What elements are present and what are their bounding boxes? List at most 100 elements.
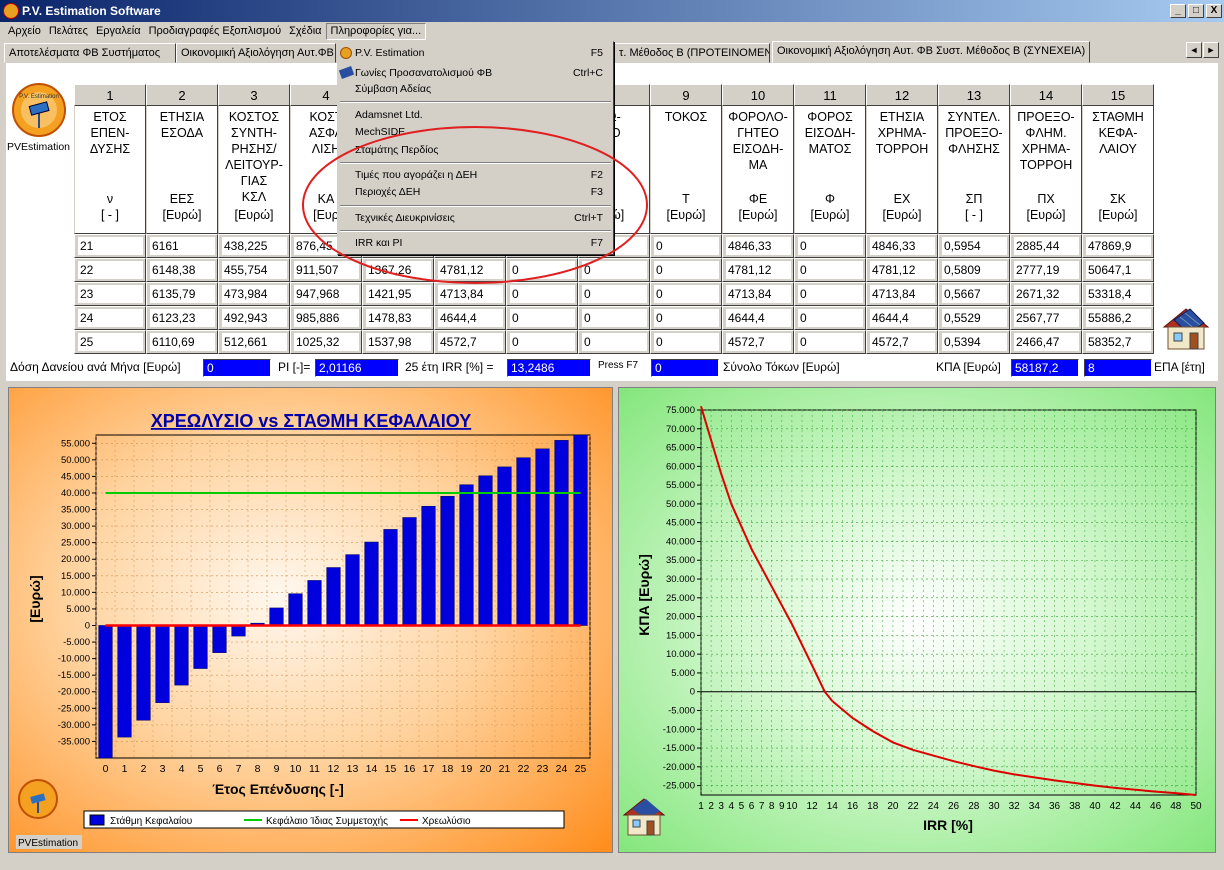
table-cell[interactable]: 24 (74, 306, 146, 330)
table-cell[interactable]: 2671,32 (1010, 282, 1082, 306)
maximize-button[interactable]: □ (1188, 4, 1204, 18)
menu-info[interactable]: Πληροφορίες για... (325, 23, 427, 40)
menu-file[interactable]: Αρχείο (4, 23, 45, 40)
table-cell[interactable]: 21 (74, 234, 146, 258)
table-cell[interactable]: 1421,95 (362, 282, 434, 306)
table-cell[interactable]: 4713,84 (722, 282, 794, 306)
menu-item-technical-notes[interactable]: Τεχνικές Διευκρινίσεις Ctrl+T (338, 209, 613, 227)
close-button[interactable]: X (1206, 4, 1222, 18)
table-cell[interactable]: 0 (794, 258, 866, 282)
table-cell[interactable]: 0,5529 (938, 306, 1010, 330)
table-cell[interactable]: 0,5809 (938, 258, 1010, 282)
total-interest-field[interactable]: 0 (650, 358, 720, 378)
table-cell[interactable]: 4781,12 (866, 258, 938, 282)
loan-installment-field[interactable]: 0 (202, 358, 272, 378)
table-cell[interactable]: 1025,32 (290, 330, 362, 354)
tab-pv-results[interactable]: Αποτελέσματα ΦΒ Συστήματος (4, 43, 176, 63)
menu-item-adamsnet[interactable]: Adamsnet Ltd. (338, 106, 613, 124)
menu-item-pv-estimation[interactable]: P.V. Estimation F5 (338, 44, 613, 62)
table-cell[interactable]: 0 (650, 258, 722, 282)
table-cell[interactable]: 0,5394 (938, 330, 1010, 354)
table-cell[interactable]: 0 (650, 282, 722, 306)
table-cell[interactable]: 6123,23 (146, 306, 218, 330)
table-cell[interactable]: 4781,12 (722, 258, 794, 282)
table-cell[interactable]: 2466,47 (1010, 330, 1082, 354)
table-cell[interactable]: 6148,38 (146, 258, 218, 282)
table-cell[interactable]: 512,661 (218, 330, 290, 354)
table-cell[interactable]: 0 (578, 258, 650, 282)
payback-field[interactable]: 8 (1083, 358, 1153, 378)
tab-economic-eval[interactable]: Οικονομική Αξιολόγηση Αυτ.ΦΒ (176, 43, 336, 63)
table-cell[interactable]: 0 (794, 306, 866, 330)
table-cell[interactable]: 492,943 (218, 306, 290, 330)
table-cell[interactable]: 0 (578, 330, 650, 354)
table-cell[interactable]: 911,507 (290, 258, 362, 282)
menu-clients[interactable]: Πελάτες (45, 23, 92, 40)
table-cell[interactable]: 0 (578, 282, 650, 306)
table-cell[interactable]: 2567,77 (1010, 306, 1082, 330)
menu-item-dei-prices[interactable]: Τιμές που αγοράζει η ΔΕΗ F2 (338, 166, 613, 184)
table-cell[interactable]: 1537,98 (362, 330, 434, 354)
table-cell[interactable]: 0 (506, 306, 578, 330)
table-cell[interactable]: 6135,79 (146, 282, 218, 306)
menu-drawings[interactable]: Σχέδια (285, 23, 325, 40)
pi-field[interactable]: 2,01166 (314, 358, 400, 378)
table-cell[interactable]: 0,5954 (938, 234, 1010, 258)
table-cell[interactable]: 985,886 (290, 306, 362, 330)
table-cell[interactable]: 4572,7 (866, 330, 938, 354)
table-cell[interactable]: 1478,83 (362, 306, 434, 330)
menu-item-dei-regions[interactable]: Περιοχές ΔΕΗ F3 (338, 183, 613, 201)
menu-equipment-specs[interactable]: Προδιαγραφές Εξοπλισμού (145, 23, 285, 40)
irr-field[interactable]: 13,2486 (506, 358, 592, 378)
menu-item-author[interactable]: Σταμάτης Περδίος (338, 141, 613, 159)
table-cell[interactable]: 50647,1 (1082, 258, 1154, 282)
table-cell[interactable]: 0 (506, 258, 578, 282)
table-cell[interactable]: 4572,7 (722, 330, 794, 354)
table-cell[interactable]: 0 (650, 306, 722, 330)
table-cell[interactable]: 6110,69 (146, 330, 218, 354)
table-cell[interactable]: 4713,84 (866, 282, 938, 306)
table-cell[interactable]: 455,754 (218, 258, 290, 282)
table-cell[interactable]: 1367,26 (362, 258, 434, 282)
table-cell[interactable]: 947,968 (290, 282, 362, 306)
table-cell[interactable]: 473,984 (218, 282, 290, 306)
table-cell[interactable]: 47869,9 (1082, 234, 1154, 258)
table-cell[interactable]: 53318,4 (1082, 282, 1154, 306)
tab-method-b[interactable]: τ. Μέθοδος Β (ΠΡΟΤΕΙΝΟΜΕΝΗ) (614, 43, 770, 63)
table-cell[interactable]: 6161 (146, 234, 218, 258)
tab-scroll-right-button[interactable]: ► (1203, 42, 1219, 58)
table-cell[interactable]: 0 (578, 306, 650, 330)
table-cell[interactable]: 0 (650, 234, 722, 258)
table-cell[interactable]: 23 (74, 282, 146, 306)
table-cell[interactable]: 0,5667 (938, 282, 1010, 306)
table-cell[interactable]: 55886,2 (1082, 306, 1154, 330)
tab-method-b-continued[interactable]: Οικονομική Αξιολόγηση Αυτ. ΦΒ Συστ. Μέθο… (772, 41, 1090, 63)
table-cell[interactable]: 58352,7 (1082, 330, 1154, 354)
minimize-button[interactable]: _ (1170, 4, 1186, 18)
tab-scroll-left-button[interactable]: ◄ (1186, 42, 1202, 58)
npv-field[interactable]: 58187,2 (1010, 358, 1080, 378)
table-cell[interactable]: 22 (74, 258, 146, 282)
table-cell[interactable]: 438,225 (218, 234, 290, 258)
menu-tools[interactable]: Εργαλεία (92, 23, 145, 40)
table-cell[interactable]: 4846,33 (722, 234, 794, 258)
menu-item-license-agreement[interactable]: Σύμβαση Αδείας (338, 80, 613, 98)
table-cell[interactable]: 4644,4 (722, 306, 794, 330)
table-cell[interactable]: 0 (650, 330, 722, 354)
table-cell[interactable]: 4781,12 (434, 258, 506, 282)
table-cell[interactable]: 4572,7 (434, 330, 506, 354)
menu-item-mechside[interactable]: MechSIDE (338, 123, 613, 141)
table-cell[interactable]: 0 (506, 282, 578, 306)
table-cell[interactable]: 4644,4 (434, 306, 506, 330)
table-cell[interactable]: 25 (74, 330, 146, 354)
table-cell[interactable]: 4846,33 (866, 234, 938, 258)
menu-item-irr-pi[interactable]: IRR και PI F7 (338, 234, 613, 252)
table-cell[interactable]: 0 (794, 282, 866, 306)
table-cell[interactable]: 2777,19 (1010, 258, 1082, 282)
table-cell[interactable]: 4713,84 (434, 282, 506, 306)
table-cell[interactable]: 0 (794, 330, 866, 354)
table-cell[interactable]: 0 (506, 330, 578, 354)
table-cell[interactable]: 4644,4 (866, 306, 938, 330)
table-cell[interactable]: 2885,44 (1010, 234, 1082, 258)
table-cell[interactable]: 0 (794, 234, 866, 258)
